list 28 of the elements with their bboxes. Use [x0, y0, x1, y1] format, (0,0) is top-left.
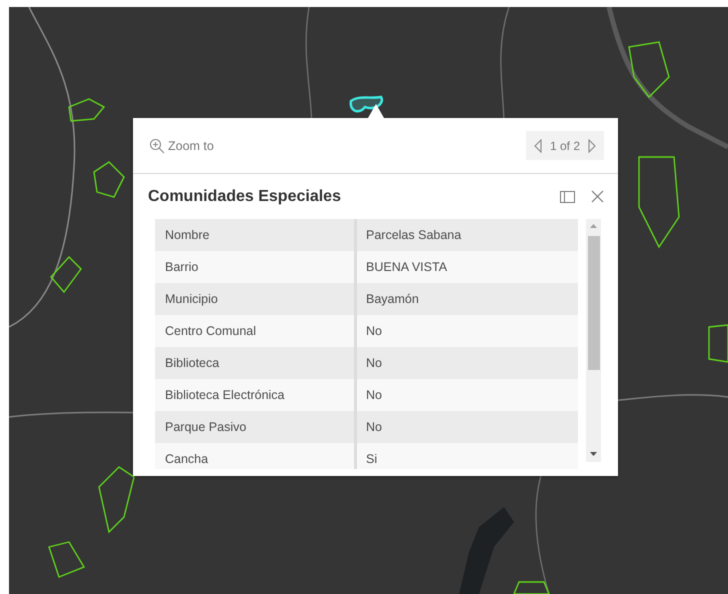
scrollbar[interactable]: [586, 219, 601, 462]
dock-icon[interactable]: [560, 190, 575, 202]
field-value: No: [365, 324, 382, 338]
field-label: Biblioteca: [165, 356, 220, 370]
scrollbar-thumb[interactable]: [588, 236, 600, 370]
zoom-in-icon: [149, 138, 165, 154]
field-value: No: [365, 356, 382, 370]
scroll-down-icon[interactable]: [590, 452, 597, 456]
field-label: Parque Pasivo: [165, 420, 246, 434]
zoom-to-button[interactable]: Zoom to: [149, 138, 214, 154]
field-value: Si: [365, 452, 378, 466]
field-value: BUENA VISTA: [365, 260, 448, 274]
field-value: Bayamón: [365, 292, 419, 306]
page-count: 1 of 2: [550, 138, 580, 152]
field-value: No: [365, 388, 382, 402]
close-icon[interactable]: [591, 190, 604, 203]
previous-icon[interactable]: [534, 138, 542, 152]
field-label: Barrio: [165, 260, 198, 274]
popup-title: Comunidades Especiales: [148, 188, 342, 206]
next-icon[interactable]: [588, 138, 596, 152]
field-label: Cancha: [165, 452, 208, 466]
field-label: Biblioteca Electrónica: [165, 388, 285, 402]
field-label: Centro Comunal: [165, 324, 256, 338]
scroll-up-icon[interactable]: [590, 224, 597, 228]
field-value: Parcelas Sabana: [365, 228, 462, 242]
field-label: Nombre: [165, 228, 210, 242]
field-value: No: [365, 420, 382, 434]
field-label: Municipio: [165, 292, 218, 306]
